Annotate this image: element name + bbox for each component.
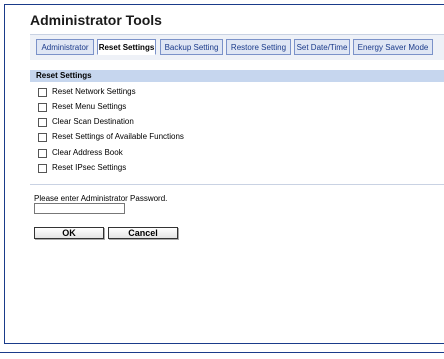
option-clear-scan-destination[interactable]: Clear Scan Destination [38, 117, 134, 127]
checkbox[interactable] [38, 117, 47, 127]
option-label: Reset Settings of Available Functions [52, 132, 184, 141]
option-label: Clear Scan Destination [52, 117, 134, 126]
checkbox[interactable] [38, 163, 47, 173]
option-reset-ipsec-settings[interactable]: Reset IPsec Settings [38, 163, 126, 173]
divider [30, 184, 444, 185]
checkbox[interactable] [38, 102, 47, 112]
tab-backup-setting[interactable]: Backup Setting [160, 39, 223, 55]
tab-restore-setting[interactable]: Restore Setting [226, 39, 291, 55]
section-heading: Reset Settings [30, 70, 444, 82]
checkbox[interactable] [38, 87, 47, 97]
page-title: Administrator Tools [30, 12, 162, 28]
option-label: Reset Menu Settings [52, 102, 127, 111]
option-label: Reset IPsec Settings [52, 163, 127, 172]
option-clear-address-book[interactable]: Clear Address Book [38, 148, 123, 158]
password-label: Please enter Administrator Password. [34, 194, 168, 203]
option-reset-network-settings[interactable]: Reset Network Settings [38, 87, 136, 97]
checkbox[interactable] [38, 148, 47, 158]
checkbox[interactable] [38, 132, 47, 142]
tab-energy-saver-mode[interactable]: Energy Saver Mode [353, 39, 433, 55]
option-label: Clear Address Book [52, 148, 123, 157]
tab-administrator[interactable]: Administrator [36, 39, 94, 55]
tab-reset-settings[interactable]: Reset Settings [97, 39, 156, 55]
password-input[interactable] [34, 203, 125, 214]
ok-button[interactable]: OK [34, 227, 104, 239]
option-reset-menu-settings[interactable]: Reset Menu Settings [38, 102, 126, 112]
option-label: Reset Network Settings [52, 87, 136, 96]
bottom-border [0, 352, 444, 353]
tab-bar: Administrator Reset Settings Backup Sett… [30, 34, 444, 60]
option-reset-available-functions[interactable]: Reset Settings of Available Functions [38, 132, 184, 142]
cancel-button[interactable]: Cancel [108, 227, 178, 239]
tab-set-date-time[interactable]: Set Date/Time [294, 39, 350, 55]
